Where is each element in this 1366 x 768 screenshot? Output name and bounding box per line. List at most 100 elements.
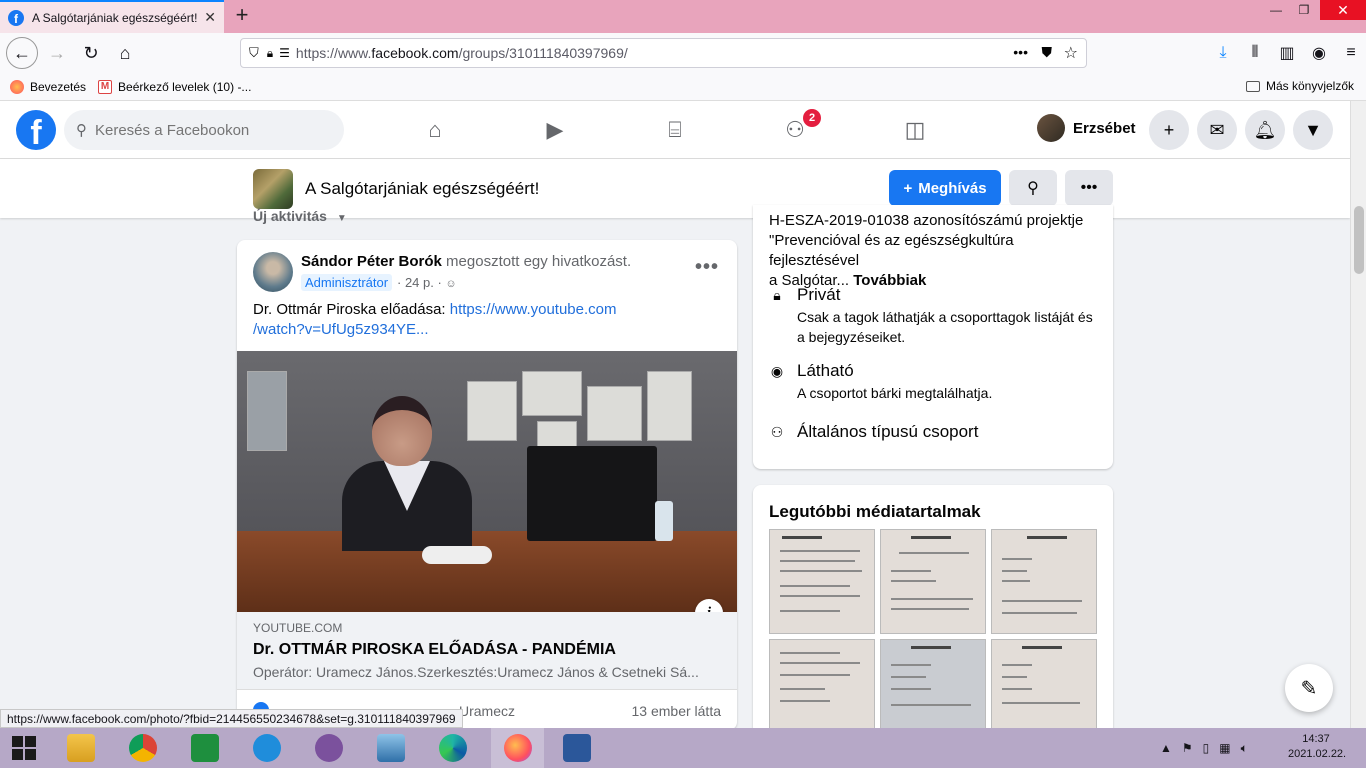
file-explorer-icon[interactable]: [57, 728, 105, 768]
watch-nav-icon[interactable]: ▶: [499, 101, 611, 159]
post-text: Dr. Ottmár Piroska előadása: https://www…: [253, 301, 617, 338]
link-preview[interactable]: YOUTUBE.COM Dr. OTTMÁR PIROSKA ELŐADÁSA …: [237, 612, 737, 690]
thumb-line: [891, 688, 931, 690]
start-windows-icon[interactable]: [0, 728, 48, 768]
post-timestamp[interactable]: · 24 p. · ☺: [397, 275, 457, 290]
facebook-logo-icon[interactable]: f: [16, 110, 56, 150]
facebook-search[interactable]: ⚲: [64, 110, 344, 150]
thumb-line: [891, 704, 971, 706]
scrollbar-thumb[interactable]: [1354, 206, 1364, 274]
liker-name[interactable]: Uramecz: [459, 703, 515, 719]
home-icon[interactable]: ⌂: [110, 38, 140, 68]
tab-close-icon[interactable]: ✕: [204, 9, 216, 26]
invite-button[interactable]: + Meghívás: [889, 170, 1001, 206]
bookmark-gmail[interactable]: M Beérkező levelek (10) -...: [98, 79, 251, 94]
thumb-line: [780, 595, 860, 597]
thumb-line: [1002, 558, 1032, 560]
url-text[interactable]: https://www.facebook.com/groups/31011184…: [296, 45, 628, 61]
video-bottle: [655, 501, 673, 541]
media-thumbnail[interactable]: [880, 529, 986, 634]
page-actions-icon[interactable]: •••: [1013, 44, 1028, 60]
chrome-icon[interactable]: [119, 728, 167, 768]
profile-link[interactable]: Erzsébet: [1037, 114, 1136, 142]
network-icon[interactable]: ▦: [1219, 741, 1230, 755]
pocket-icon[interactable]: ⛊: [1042, 44, 1053, 61]
group-more-button[interactable]: •••: [1065, 170, 1113, 206]
store-icon[interactable]: [181, 728, 229, 768]
facebook-favicon-icon: f: [8, 9, 24, 26]
media-thumbnail[interactable]: [769, 639, 875, 735]
download-icon[interactable]: ⤓: [1208, 38, 1238, 68]
thumb-heading: [782, 536, 822, 539]
maximize-icon[interactable]: ❐: [1290, 0, 1318, 20]
forward-arrow-icon[interactable]: →: [42, 38, 72, 68]
groups-nav-icon[interactable]: ⚇ 2: [739, 101, 851, 159]
thumb-line: [891, 598, 973, 600]
search-icon: ⚲: [1027, 180, 1039, 197]
post-author-line: Sándor Péter Borók megosztott egy hivatk…: [301, 253, 631, 270]
edge-icon[interactable]: [429, 728, 477, 768]
notifications-bell-icon[interactable]: 🔔︎: [1245, 110, 1285, 150]
viber-icon[interactable]: [305, 728, 353, 768]
volume-icon[interactable]: 🔈︎: [1241, 741, 1248, 756]
chrome-glyph: [129, 734, 157, 762]
shield-icon[interactable]: ⛉: [249, 45, 259, 61]
home-nav-icon[interactable]: ⌂: [379, 101, 491, 159]
media-thumbnail[interactable]: [769, 529, 875, 634]
device-icon[interactable]: ▯: [1203, 741, 1210, 755]
window-close-icon[interactable]: ✕: [1320, 0, 1366, 20]
new-activity-sort[interactable]: Új aktivitás ▼: [253, 208, 347, 224]
new-tab-button[interactable]: +: [230, 4, 254, 28]
messenger-icon[interactable]: ✉: [1197, 110, 1237, 150]
sidebar-icon[interactable]: ▥: [1272, 38, 1302, 68]
account-icon[interactable]: ◉: [1304, 38, 1334, 68]
group-search-button[interactable]: ⚲: [1009, 170, 1057, 206]
bookmark-star-icon[interactable]: ☆: [1064, 43, 1078, 63]
globe-icon: ☺: [445, 278, 457, 290]
permissions-icon[interactable]: ☰: [279, 46, 290, 60]
menu-icon[interactable]: ≡: [1336, 38, 1366, 68]
address-bar[interactable]: ⛉ 🔒︎ ☰ https://www.facebook.com/groups/3…: [240, 38, 1087, 68]
internet-explorer-icon[interactable]: [243, 728, 291, 768]
media-thumbnail[interactable]: [880, 639, 986, 735]
back-arrow-icon[interactable]: ←: [6, 37, 38, 69]
thumb-line: [891, 608, 969, 610]
flag-icon[interactable]: ⚑: [1182, 741, 1193, 755]
create-plus-icon[interactable]: +: [1149, 110, 1189, 150]
new-message-compose-icon[interactable]: ✎: [1285, 664, 1333, 712]
thumb-line: [780, 688, 825, 690]
group-type-row: ⚇ Általános típusú csoport: [770, 422, 979, 441]
reload-icon[interactable]: ↻: [76, 38, 106, 68]
other-bookmarks[interactable]: Más könyvjelzők: [1245, 79, 1354, 93]
gaming-nav-icon[interactable]: ◫: [859, 101, 971, 159]
browser-tab-active[interactable]: f A Salgótarjániak egészségéért! | Fa ✕: [0, 0, 224, 33]
seen-count[interactable]: 13 ember látta: [632, 703, 722, 719]
video-paper: [647, 371, 692, 441]
word-icon[interactable]: [553, 728, 601, 768]
media-thumbnail[interactable]: [991, 639, 1097, 735]
facebook-search-input[interactable]: [95, 121, 315, 139]
bookmark-bevezetes[interactable]: Bevezetés: [10, 79, 86, 94]
taskbar-clock[interactable]: 14:37 2021.02.22.: [1288, 732, 1346, 762]
group-cover-thumbnail[interactable]: [253, 169, 293, 209]
video-thumbnail[interactable]: [237, 351, 737, 612]
group-header: A Salgótarjániak egészségéért! + Meghívá…: [0, 159, 1350, 218]
author-name[interactable]: Sándor Péter Borók: [301, 253, 442, 270]
thumb-heading: [1022, 646, 1062, 649]
group-name[interactable]: A Salgótarjániak egészségéért!: [305, 179, 539, 199]
plus-icon: +: [903, 179, 913, 197]
account-menu-chevron-down-icon[interactable]: ▼: [1293, 110, 1333, 150]
gmail-icon: M: [98, 79, 113, 94]
lock-icon[interactable]: 🔒︎: [267, 46, 273, 61]
feed-post: Sándor Péter Borók megosztott egy hivatk…: [237, 240, 737, 730]
page-scrollbar[interactable]: [1350, 101, 1366, 728]
library-icon[interactable]: ⫴: [1240, 38, 1270, 68]
tray-chevron-up-icon[interactable]: ▲: [1160, 741, 1172, 755]
post-more-options-icon[interactable]: •••: [695, 256, 719, 279]
marketplace-nav-icon[interactable]: ⌸: [619, 101, 731, 159]
media-thumbnail[interactable]: [991, 529, 1097, 634]
author-avatar[interactable]: [253, 252, 293, 292]
scanner-app-icon[interactable]: [367, 728, 415, 768]
minimize-icon[interactable]: —: [1262, 0, 1290, 20]
firefox-taskbar-icon[interactable]: [491, 728, 544, 768]
